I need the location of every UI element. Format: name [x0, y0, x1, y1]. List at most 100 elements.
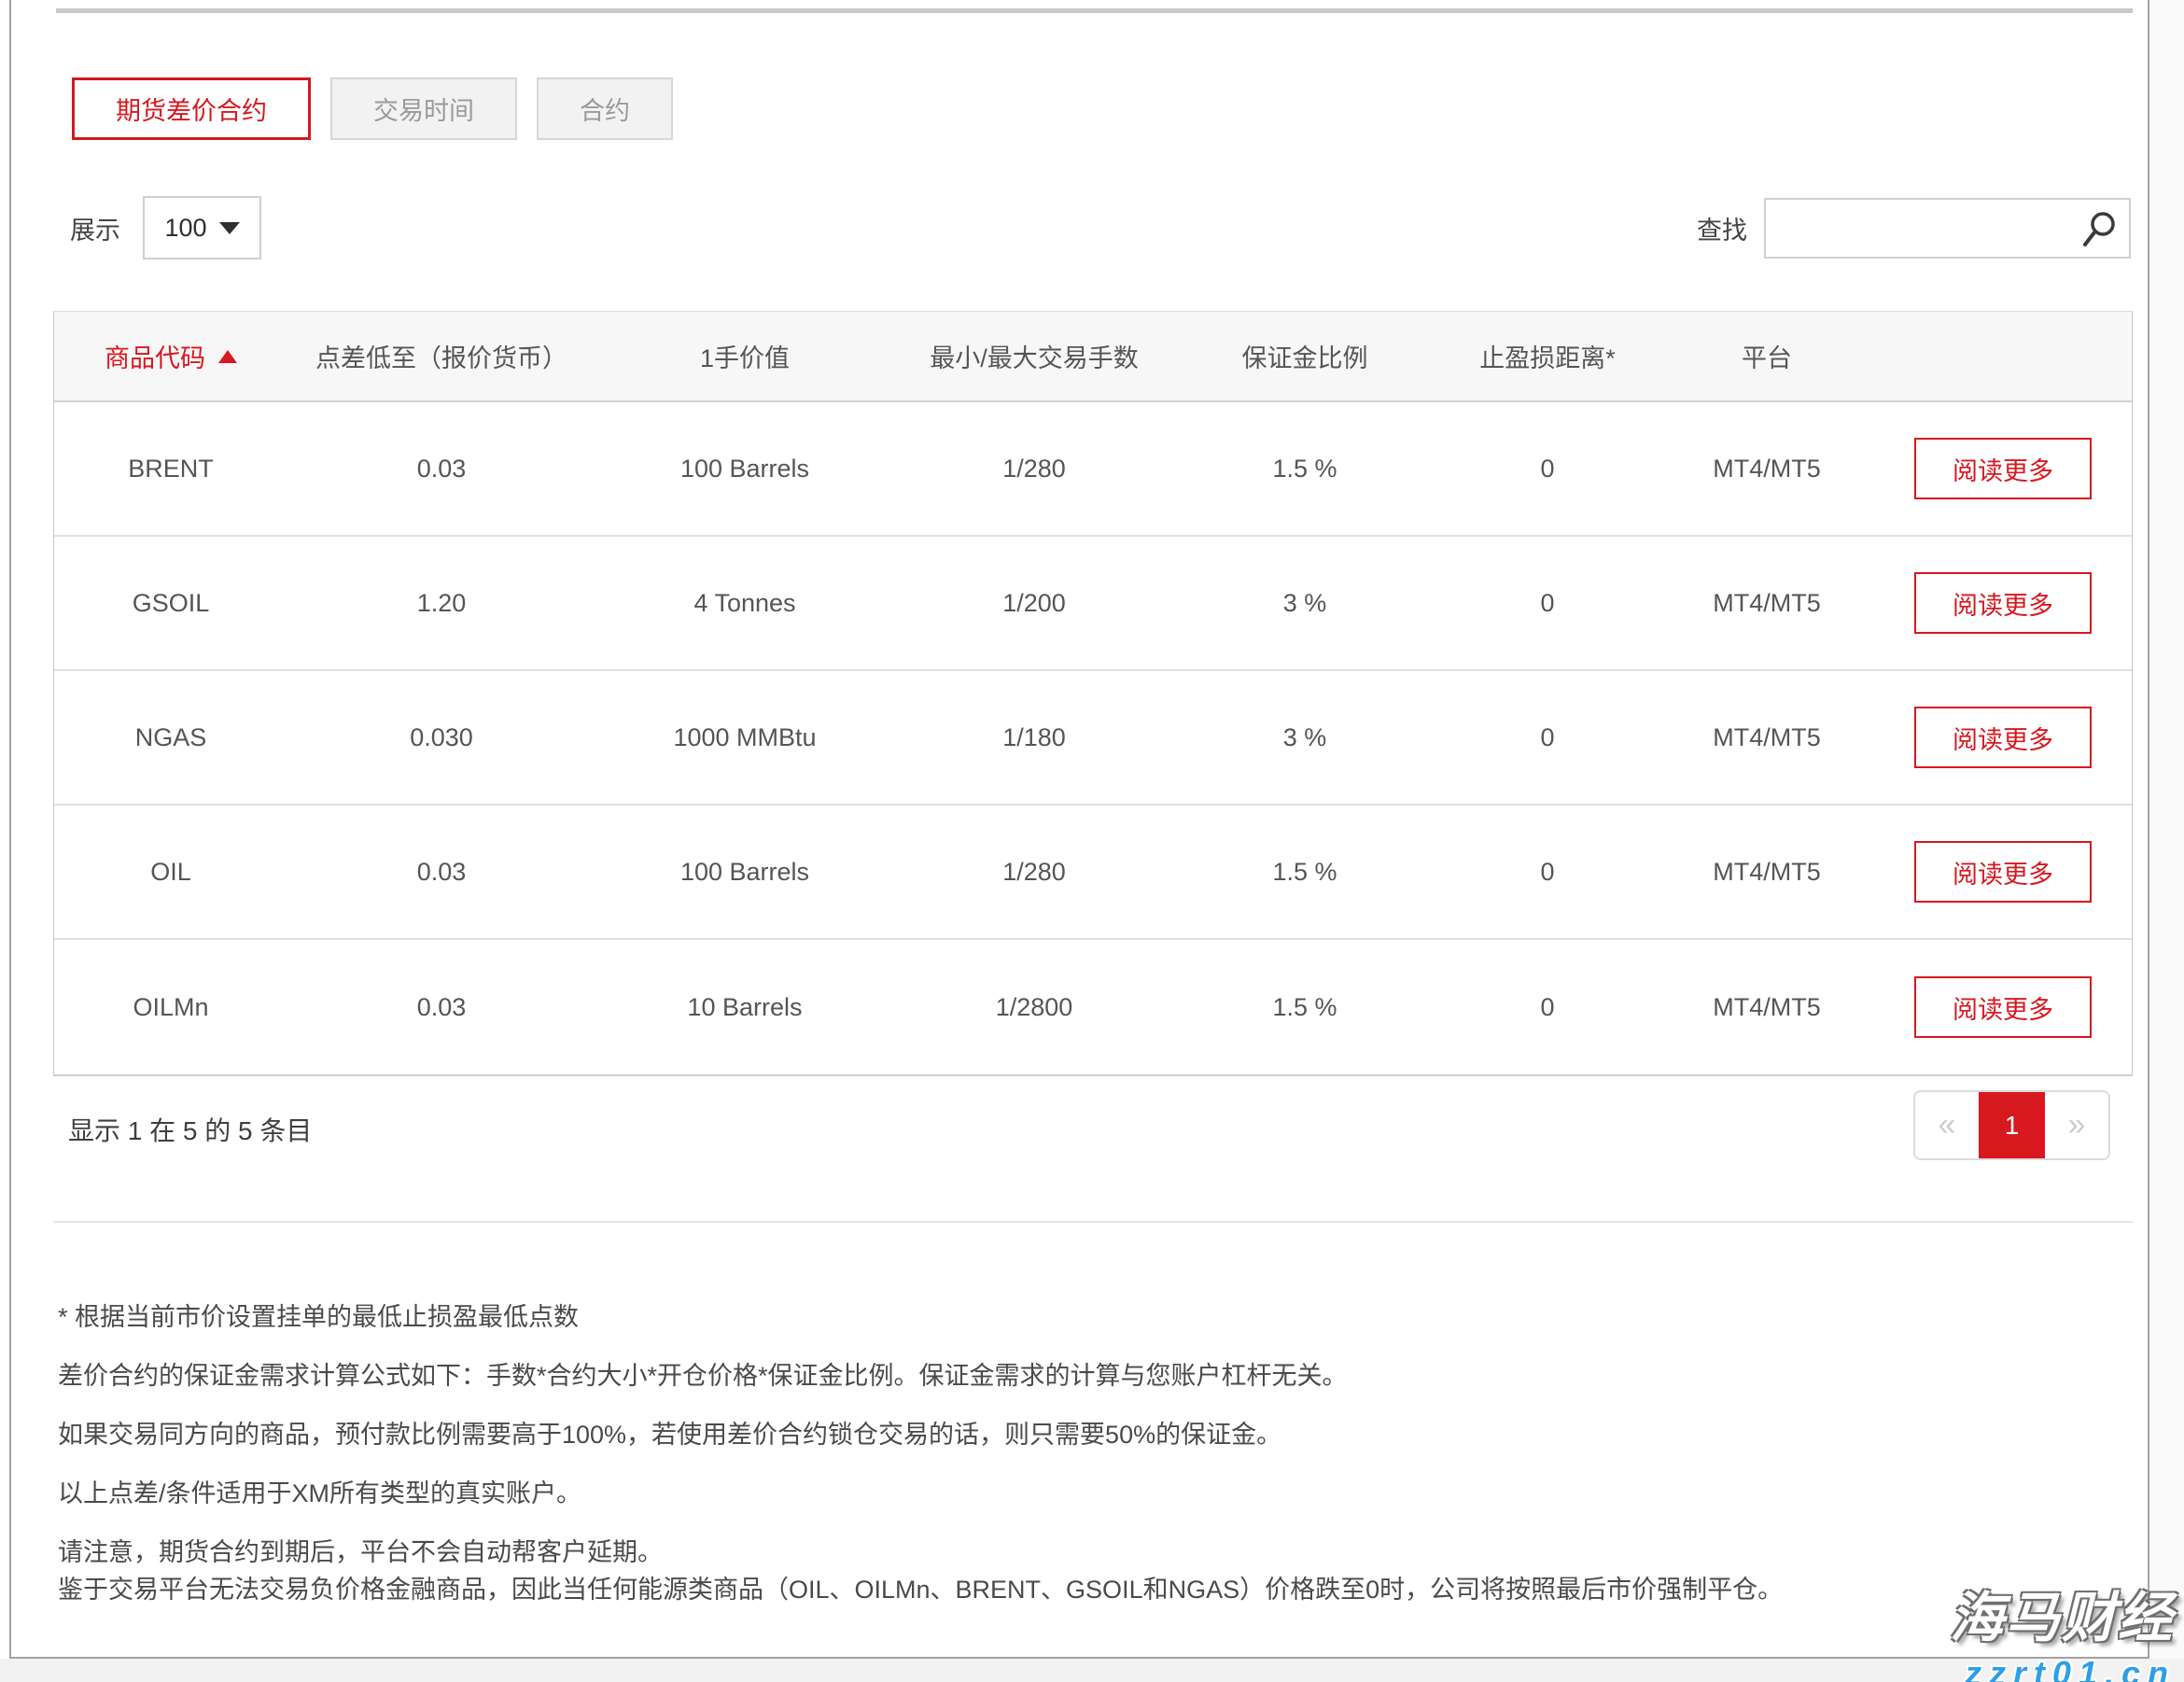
- cell-actions: 阅读更多: [1874, 707, 2132, 768]
- watermark-domain: zzrt01.cn: [1950, 1654, 2179, 1682]
- column-header-2[interactable]: 1手价值: [595, 338, 894, 374]
- cell-actions: 阅读更多: [1874, 841, 2132, 903]
- read-more-button[interactable]: 阅读更多: [1914, 976, 2092, 1038]
- footnote-group: 以上点差/条件适用于XM所有类型的真实账户。: [58, 1475, 2083, 1512]
- search-box: [1764, 198, 2131, 259]
- column-header-1[interactable]: 点差低至（报价货币）: [287, 338, 595, 374]
- cell-spread: 0.03: [287, 858, 595, 887]
- read-more-button[interactable]: 阅读更多: [1914, 707, 2092, 768]
- sort-asc-icon: [218, 350, 237, 363]
- pagination-page-1-button[interactable]: 1: [1979, 1092, 2045, 1158]
- cell-min-max-lots: 1/280: [894, 858, 1174, 887]
- cell-symbol: NGAS: [54, 723, 287, 752]
- cell-lot-value: 100 Barrels: [595, 858, 894, 887]
- column-header-0[interactable]: 商品代码: [54, 338, 287, 374]
- footnote-group: 如果交易同方向的商品，预付款比例需要高于100%，若使用差价合约锁仓交易的话，则…: [58, 1416, 2083, 1453]
- cell-actions: 阅读更多: [1874, 976, 2132, 1038]
- tab-contract[interactable]: 合约: [537, 77, 673, 140]
- read-more-button[interactable]: 阅读更多: [1914, 841, 2092, 903]
- cell-min-max-lots: 1/2800: [894, 993, 1174, 1022]
- contracts-table: 商品代码 点差低至（报价货币） 1手价值 最小/最大交易手数 保证金比例 止盈损距离* 平台…: [53, 311, 2133, 1076]
- search-icon[interactable]: [2080, 210, 2120, 249]
- panel-border-bottom: [9, 1657, 2149, 1659]
- footnote-group: 差价合约的保证金需求计算公式如下：手数*合约大小*开仓价格*保证金比例。保证金需…: [58, 1357, 2083, 1395]
- table-header-row: 商品代码 点差低至（报价货币） 1手价值 最小/最大交易手数 保证金比例 止盈损距离* 平台: [54, 312, 2132, 402]
- table-body: BRENT0.03100 Barrels1/2801.5 %0MT4/MT5阅读…: [54, 402, 2132, 1074]
- cell-min-max-lots: 1/180: [894, 723, 1174, 752]
- footnote-group: 请注意，期货合约到期后，平台不会自动帮客户延期。鉴于交易平台无法交易负价格金融商…: [58, 1534, 2083, 1608]
- footnote-line: 请注意，期货合约到期后，平台不会自动帮客户延期。: [58, 1534, 2083, 1571]
- table-row: OIL0.03100 Barrels1/2801.5 %0MT4/MT5阅读更多: [54, 806, 2132, 940]
- column-header-label: 平台: [1742, 338, 1792, 374]
- right-gutter: [2149, 0, 2184, 1682]
- table-row: NGAS0.0301000 MMBtu1/1803 %0MT4/MT5 阅读更多: [54, 671, 2132, 806]
- search-input[interactable]: [1766, 200, 2129, 257]
- page-size-value: 100: [164, 214, 206, 243]
- footnote-line: 鉴于交易平台无法交易负价格金融商品，因此当任何能源类商品（OIL、OILMn、B…: [58, 1571, 2083, 1608]
- cell-stop-distance: 0: [1435, 993, 1659, 1022]
- footnote-line: 如果交易同方向的商品，预付款比例需要高于100%，若使用差价合约锁仓交易的话，则…: [58, 1416, 2083, 1453]
- search-label: 查找: [1697, 210, 1747, 246]
- cell-stop-distance: 0: [1435, 723, 1659, 752]
- cell-actions: 阅读更多: [1874, 572, 2132, 634]
- cell-platform: MT4/MT5: [1659, 455, 1874, 484]
- cell-symbol: OIL: [54, 858, 287, 887]
- cell-margin: 1.5 %: [1174, 858, 1435, 887]
- tab-bar: 期货差价合约交易时间合约: [72, 77, 673, 140]
- column-header-label: 点差低至（报价货币）: [315, 338, 567, 374]
- read-more-button[interactable]: 阅读更多: [1914, 572, 2092, 634]
- column-header-label: 保证金比例: [1242, 338, 1368, 374]
- column-header-4[interactable]: 保证金比例: [1174, 338, 1435, 374]
- pagination-next-button[interactable]: »: [2045, 1092, 2108, 1158]
- column-header-label: 最小/最大交易手数: [930, 338, 1139, 374]
- column-header-label: 止盈损距离*: [1479, 338, 1616, 374]
- column-header-6[interactable]: 平台: [1659, 338, 1874, 374]
- show-label: 展示: [70, 210, 120, 246]
- section-divider: [53, 1221, 2133, 1223]
- cell-platform: MT4/MT5: [1659, 858, 1874, 887]
- cell-spread: 0.030: [287, 723, 595, 752]
- cell-platform: MT4/MT5: [1659, 589, 1874, 618]
- read-more-button[interactable]: 阅读更多: [1914, 438, 2092, 499]
- tab-futures-cfd[interactable]: 期货差价合约: [72, 77, 311, 140]
- cell-spread: 0.03: [287, 993, 595, 1022]
- page-size-select[interactable]: 100: [143, 196, 261, 259]
- column-header-label: 1手价值: [700, 338, 790, 374]
- cell-margin: 3 %: [1174, 589, 1435, 618]
- tab-trading-hours[interactable]: 交易时间: [330, 77, 517, 140]
- search-control: 查找: [1697, 198, 2131, 259]
- column-header-label: 商品代码: [105, 338, 205, 374]
- bottom-gutter: [0, 1659, 2184, 1682]
- table-row: BRENT0.03100 Barrels1/2801.5 %0MT4/MT5阅读…: [54, 402, 2132, 537]
- chevron-down-icon: [219, 222, 240, 234]
- panel-border-left: [9, 0, 11, 1659]
- footnote-line: 差价合约的保证金需求计算公式如下：手数*合约大小*开仓价格*保证金比例。保证金需…: [58, 1357, 2083, 1395]
- page-size-control: 展示 100: [70, 196, 261, 259]
- footnote-group: * 根据当前市价设置挂单的最低止损盈最低点数: [58, 1298, 2083, 1336]
- cell-symbol: OILMn: [54, 993, 287, 1022]
- watermark-title: 海马财经: [1950, 1574, 2179, 1652]
- cell-margin: 3 %: [1174, 723, 1435, 752]
- pagination-prev-button[interactable]: «: [1915, 1092, 1979, 1158]
- table-row: GSOIL1.204 Tonnes1/2003 %0MT4/MT5阅读更多: [54, 537, 2132, 671]
- cell-lot-value: 4 Tonnes: [595, 589, 894, 618]
- cell-stop-distance: 0: [1435, 589, 1659, 618]
- cell-platform: MT4/MT5: [1659, 993, 1874, 1022]
- watermark: 海马财经 zzrt01.cn: [1950, 1574, 2179, 1682]
- cell-min-max-lots: 1/280: [894, 455, 1174, 484]
- cell-spread: 0.03: [287, 455, 595, 484]
- cell-lot-value: 1000 MMBtu: [595, 723, 894, 752]
- cell-margin: 1.5 %: [1174, 993, 1435, 1022]
- cell-actions: 阅读更多: [1874, 438, 2132, 499]
- cell-symbol: BRENT: [54, 455, 287, 484]
- cell-platform: MT4/MT5: [1659, 723, 1874, 752]
- pagination: « 1 »: [1913, 1090, 2110, 1160]
- column-header-3[interactable]: 最小/最大交易手数: [894, 338, 1174, 374]
- page: 期货差价合约交易时间合约 展示 100 查找 商品代码点差低至（报价货币）1手价…: [0, 0, 2184, 1682]
- footnotes: * 根据当前市价设置挂单的最低止损盈最低点数差价合约的保证金需求计算公式如下：手…: [58, 1298, 2083, 1630]
- cell-spread: 1.20: [287, 589, 595, 618]
- cell-stop-distance: 0: [1435, 455, 1659, 484]
- column-header-5[interactable]: 止盈损距离*: [1435, 338, 1659, 374]
- panel-border-right: [2148, 0, 2149, 1659]
- cell-symbol: GSOIL: [54, 589, 287, 618]
